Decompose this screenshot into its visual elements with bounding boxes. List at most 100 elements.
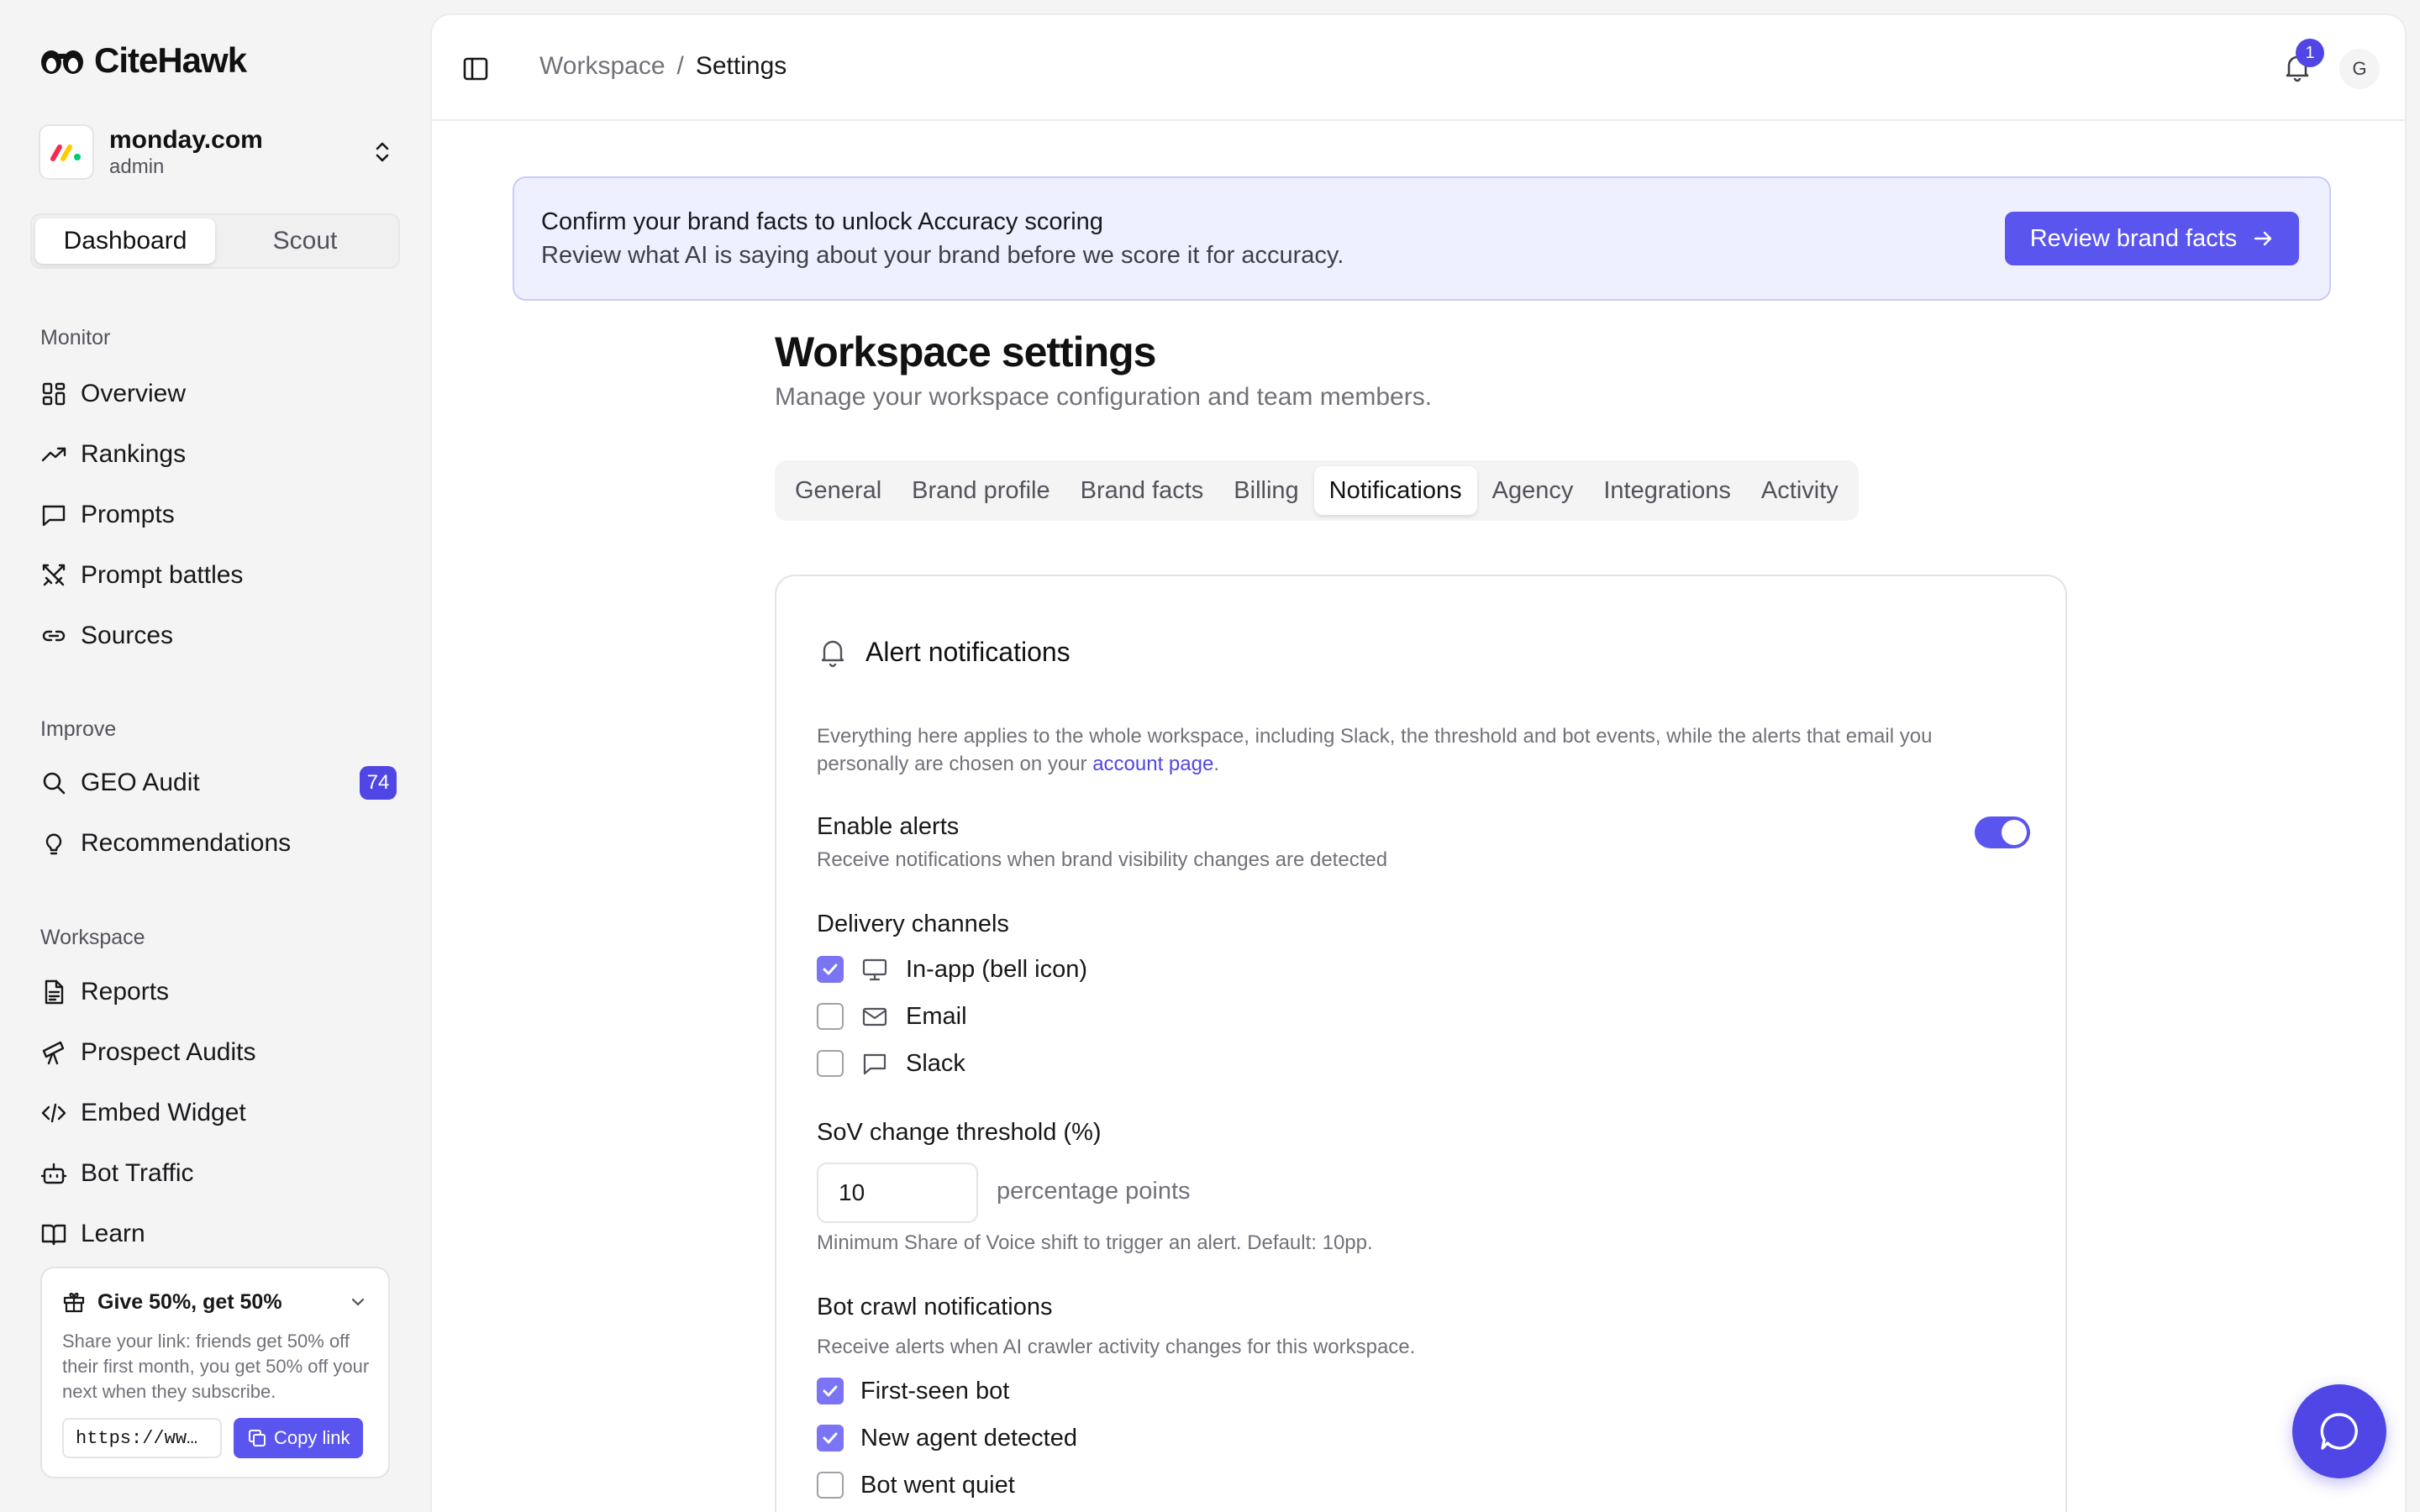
tab-billing[interactable]: Billing <box>1218 466 1313 515</box>
threshold-help: Minimum Share of Voice shift to trigger … <box>817 1231 1373 1254</box>
review-brand-facts-button[interactable]: Review brand facts <box>2005 212 2299 265</box>
monday-logo-icon <box>50 144 81 161</box>
referral-header[interactable]: Give 50%, get 50% <box>62 1285 368 1319</box>
sidebar-item-reports[interactable]: Reports <box>40 969 397 1016</box>
sidebar-item-recommendations[interactable]: Recommendations <box>40 820 397 867</box>
check-icon <box>823 1432 838 1444</box>
breadcrumb-separator: / <box>676 52 684 80</box>
tab-activity[interactable]: Activity <box>1746 466 1854 515</box>
channel-label: Slack <box>906 1049 965 1077</box>
sidebar-item-prospect-audits[interactable]: Prospect Audits <box>40 1029 397 1076</box>
bot-option-label: Bot went quiet <box>860 1471 1015 1499</box>
referral-link-field[interactable]: https://ww… <box>62 1418 222 1458</box>
panel-left-icon[interactable] <box>460 54 491 84</box>
breadcrumb-settings: Settings <box>695 52 787 80</box>
tab-general[interactable]: General <box>780 466 897 515</box>
copy-link-label: Copy link <box>274 1427 350 1448</box>
sidebar-item-label: GEO Audit <box>81 769 200 796</box>
mode-dashboard-button[interactable]: Dashboard <box>35 218 215 264</box>
sidebar-item-prompt-battles[interactable]: Prompt battles <box>40 552 397 599</box>
sidebar-item-prompts[interactable]: Prompts <box>40 491 397 538</box>
tab-notifications[interactable]: Notifications <box>1313 466 1477 515</box>
bell-icon <box>821 640 844 668</box>
went-quiet-checkbox[interactable] <box>817 1472 844 1499</box>
new-agent-checkbox[interactable] <box>817 1425 844 1452</box>
referral-description: Share your link: friends get 50% off the… <box>62 1331 370 1402</box>
channel-label: Email <box>906 1002 967 1030</box>
toggle-knob <box>2002 820 2027 845</box>
org-role: admin <box>109 155 165 178</box>
copy-icon <box>249 1430 266 1446</box>
hawk-eyes-icon <box>41 50 83 74</box>
topbar: Workspace / Settings 1 G <box>432 15 2405 121</box>
in-app-checkbox[interactable] <box>817 956 844 983</box>
page-subtitle: Manage your workspace configuration and … <box>775 383 1433 411</box>
referral-title: Give 50%, get 50% <box>97 1289 282 1314</box>
chevron-down-icon[interactable] <box>348 1292 368 1312</box>
sidebar-item-rankings[interactable]: Rankings <box>40 431 397 478</box>
card-description: Everything here applies to the whole wor… <box>817 722 2027 778</box>
chat-button[interactable] <box>2292 1384 2386 1478</box>
search-icon <box>40 769 67 796</box>
card-header: Alert notifications <box>817 635 1071 669</box>
copy-link-button[interactable]: Copy link <box>234 1418 364 1458</box>
message-square-icon <box>40 501 67 528</box>
app-name: CiteHawk <box>94 40 247 80</box>
check-icon <box>823 963 838 975</box>
bot-option-label: First-seen bot <box>860 1377 1010 1404</box>
sidebar-item-sources[interactable]: Sources <box>40 612 397 659</box>
monitor-icon <box>860 955 889 984</box>
bot-crawl-subtitle: Receive alerts when AI crawler activity … <box>817 1336 1416 1358</box>
review-brand-facts-label: Review brand facts <box>2029 224 2238 252</box>
first-seen-checkbox[interactable] <box>817 1378 844 1404</box>
link-icon <box>40 622 67 649</box>
message-circle-icon <box>2320 1413 2358 1450</box>
mode-switch: Dashboard Scout <box>30 213 400 269</box>
org-switcher[interactable]: monday.com admin <box>39 123 395 181</box>
slack-checkbox[interactable] <box>817 1050 844 1077</box>
file-text-icon <box>40 979 67 1005</box>
tab-integrations[interactable]: Integrations <box>1588 466 1746 515</box>
channel-slack[interactable]: Slack <box>817 1048 965 1079</box>
avatar[interactable]: G <box>2339 49 2380 89</box>
bot-option-label: New agent detected <box>860 1424 1077 1452</box>
arrow-right-icon <box>2254 231 2272 246</box>
channel-email[interactable]: Email <box>817 1001 967 1032</box>
tab-brand-facts[interactable]: Brand facts <box>1065 466 1219 515</box>
alert-notifications-card: Alert notifications Everything here appl… <box>775 575 2067 1512</box>
bot-new-agent[interactable]: New agent detected <box>817 1423 1077 1453</box>
channel-in-app[interactable]: In-app (bell icon) <box>817 954 1087 984</box>
enable-alerts-subtitle: Receive notifications when brand visibil… <box>817 848 1388 871</box>
telescope-icon <box>40 1039 67 1066</box>
sidebar-item-embed-widget[interactable]: Embed Widget <box>40 1089 397 1137</box>
breadcrumb-workspace[interactable]: Workspace <box>539 52 666 81</box>
sidebar-item-overview[interactable]: Overview <box>40 370 397 417</box>
bot-icon <box>40 1160 67 1187</box>
org-logo <box>39 124 94 180</box>
brand-facts-banner: Confirm your brand facts to unlock Accur… <box>513 176 2331 301</box>
sidebar-item-label: Rankings <box>81 440 187 468</box>
sidebar-item-label: Prospect Audits <box>81 1038 256 1066</box>
sidebar-item-geo-audit[interactable]: GEO Audit 74 <box>40 759 397 806</box>
bot-went-quiet[interactable]: Bot went quiet <box>817 1470 1015 1500</box>
app-logo[interactable]: CiteHawk <box>39 40 247 81</box>
tab-brand-profile[interactable]: Brand profile <box>897 466 1065 515</box>
nav-section-monitor: Monitor <box>40 326 111 349</box>
email-checkbox[interactable] <box>817 1003 844 1030</box>
swords-icon <box>40 562 67 589</box>
sidebar-item-bot-traffic[interactable]: Bot Traffic <box>40 1150 397 1197</box>
sidebar-item-label: Prompt battles <box>81 561 244 589</box>
bot-first-seen[interactable]: First-seen bot <box>817 1376 1009 1406</box>
settings-tabs: General Brand profile Brand facts Billin… <box>775 460 1859 521</box>
threshold-input[interactable]: 10 <box>817 1163 978 1223</box>
tab-agency[interactable]: Agency <box>1477 466 1589 515</box>
threshold-title: SoV change threshold (%) <box>817 1119 1102 1146</box>
enable-alerts-toggle[interactable] <box>1975 816 2030 848</box>
sidebar-item-learn[interactable]: Learn <box>40 1210 397 1257</box>
chevrons-up-down-icon[interactable] <box>370 135 395 169</box>
account-page-link[interactable]: account page <box>1092 753 1213 775</box>
notification-count-badge: 1 <box>2296 39 2324 67</box>
mode-scout-button[interactable]: Scout <box>215 218 395 264</box>
card-description-text: Everything here applies to the whole wor… <box>817 725 1933 775</box>
sidebar-item-label: Reports <box>81 978 170 1005</box>
